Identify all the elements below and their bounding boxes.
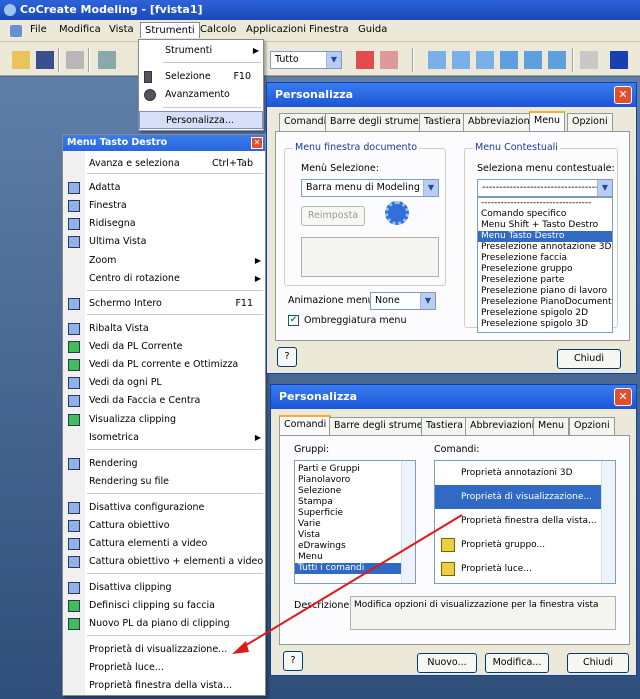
- annotation-arrow: [232, 514, 463, 654]
